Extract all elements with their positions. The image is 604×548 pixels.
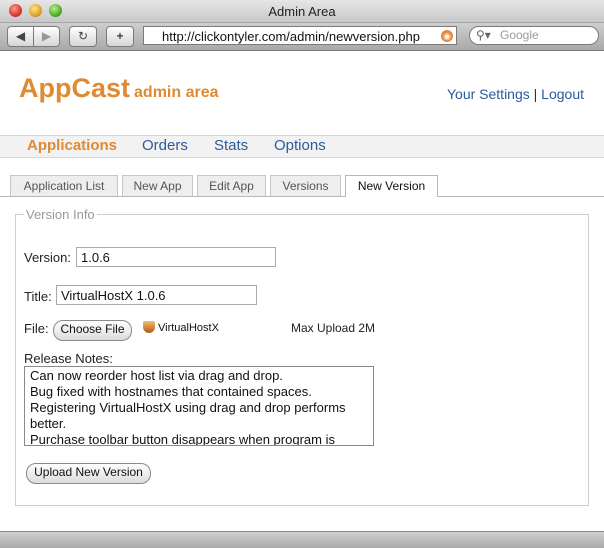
back-button[interactable]: ◀ [7,26,34,47]
nav-applications[interactable]: Applications [27,137,117,154]
selected-file: VirtualHostX [143,321,219,334]
window-titlebar: Admin Area [0,0,604,23]
window-title: Admin Area [268,4,336,19]
release-note-line: Purchase toolbar button disappears when … [30,432,335,446]
rss-icon[interactable]: ◉ [441,30,453,42]
tab-application-list[interactable]: Application List [10,175,118,196]
version-input[interactable] [76,247,276,267]
max-upload-note: Max Upload 2M [291,321,376,335]
add-bookmark-button[interactable]: + [106,26,134,47]
tab-new-app[interactable]: New App [122,175,193,196]
forward-button[interactable]: ▶ [33,26,60,47]
release-notes-label: Release Notes: [24,351,113,366]
back-arrow-icon: ◀ [15,29,26,43]
nav-orders[interactable]: Orders [142,137,188,154]
nav-stats[interactable]: Stats [214,137,248,154]
search-field[interactable]: ⚲▾ Google [469,26,599,45]
release-note-line: better. [30,416,67,431]
main-nav: Applications Orders Stats Options [0,135,604,158]
account-links: Your Settings | Logout [447,86,584,102]
url-text: http://clickontyler.com/admin/newversion… [162,29,420,44]
app-logo: AppCast admin area [19,73,219,104]
tab-versions[interactable]: Versions [270,175,341,196]
fieldset-legend: Version Info [24,207,97,222]
title-label: Title: [24,289,52,304]
choose-file-button[interactable]: Choose File [53,320,132,341]
reload-button[interactable]: ↻ [69,26,97,47]
logout-link[interactable]: Logout [541,86,584,102]
address-bar[interactable]: http://clickontyler.com/admin/newversion… [143,26,457,45]
your-settings-link[interactable]: Your Settings [447,86,530,102]
brand-name: AppCast [19,73,131,103]
link-separator: | [533,86,538,102]
search-icon: ⚲▾ [476,28,491,42]
app-file-icon [143,321,155,333]
tab-edit-app[interactable]: Edit App [197,175,266,196]
search-placeholder: Google [500,28,539,42]
nav-options[interactable]: Options [274,137,326,154]
brand-subtitle: admin area [134,84,219,101]
release-note-line: Can now reorder host list via drag and d… [30,368,283,383]
selected-file-name: VirtualHostX [158,322,219,334]
release-note-line: Registering VirtualHostX using drag and … [30,400,346,415]
window-statusbar [0,531,604,548]
file-label: File: [24,321,49,336]
release-note-line: Bug fixed with hostnames that contained … [30,384,312,399]
version-label: Version: [24,250,71,265]
reload-icon: ↻ [77,29,89,43]
plus-icon: + [116,29,124,43]
sub-tabs: Application List New App Edit App Versio… [0,175,604,197]
title-input[interactable] [56,285,257,305]
tab-new-version[interactable]: New Version [345,175,438,197]
forward-arrow-icon: ▶ [41,29,52,43]
browser-toolbar: ◀ ▶ ↻ + http://clickontyler.com/admin/ne… [0,23,604,51]
release-notes-textarea[interactable]: Can now reorder host list via drag and d… [24,366,374,446]
upload-new-version-button[interactable]: Upload New Version [26,463,151,484]
